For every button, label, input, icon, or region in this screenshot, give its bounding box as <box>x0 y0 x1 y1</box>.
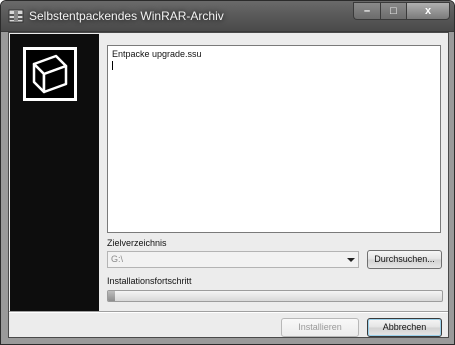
dialog-body: Entpacke upgrade.ssu Zielverzeichnis G:\… <box>8 32 449 338</box>
cancel-button[interactable]: Abbrechen <box>367 318 442 337</box>
installation-progress-bar <box>107 290 443 302</box>
maximize-button[interactable]: □ <box>380 2 406 20</box>
chevron-down-icon[interactable] <box>347 258 355 262</box>
title-bar[interactable]: Selbstentpackendes WinRAR-Archiv – □ x <box>1 1 454 32</box>
destination-combobox[interactable]: G:\ <box>107 251 359 268</box>
text-caret <box>112 61 113 70</box>
window-controls: – □ x <box>353 2 450 22</box>
sfx-window: Selbstentpackendes WinRAR-Archiv – □ x E… <box>0 0 455 345</box>
archive-logo-icon <box>23 47 77 101</box>
destination-label: Zielverzeichnis <box>107 238 167 248</box>
extraction-log[interactable]: Entpacke upgrade.ssu <box>107 45 441 233</box>
minimize-icon: – <box>363 5 371 17</box>
side-panel <box>10 34 99 311</box>
maximize-icon: □ <box>390 5 397 17</box>
progress-fill <box>108 291 115 301</box>
separator <box>9 311 448 313</box>
close-button[interactable]: x <box>406 2 450 20</box>
winrar-app-icon <box>8 9 24 23</box>
minimize-button[interactable]: – <box>353 2 380 20</box>
install-button[interactable]: Installieren <box>281 318 359 337</box>
browse-button[interactable]: Durchsuchen... <box>367 250 442 269</box>
log-line: Entpacke upgrade.ssu <box>112 49 202 59</box>
progress-label: Installationsfortschritt <box>107 276 192 286</box>
window-title: Selbstentpackendes WinRAR-Archiv <box>29 9 224 23</box>
close-icon: x <box>424 5 432 17</box>
destination-value: G:\ <box>111 254 124 264</box>
